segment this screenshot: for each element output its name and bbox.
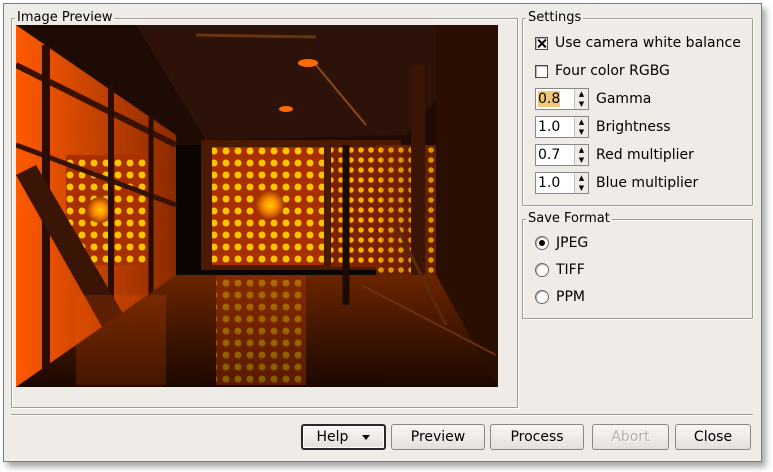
preview-button[interactable]: Preview (391, 424, 485, 450)
save-format-title: Save Format (528, 211, 610, 226)
chevron-down-icon[interactable]: ▼ (575, 155, 588, 165)
tiff-radio[interactable] (535, 263, 549, 277)
jpeg-label: JPEG (556, 235, 589, 251)
gamma-spinbutton[interactable]: 0.8 ▲ ▼ (535, 88, 589, 110)
red-multiplier-label: Red multiplier (596, 147, 694, 163)
dropdown-arrow-icon (362, 434, 371, 440)
jpeg-radio[interactable] (535, 236, 549, 250)
abort-button-label: Abort (611, 429, 650, 445)
brightness-label: Brightness (596, 119, 671, 135)
red-multiplier-row: 0.7 ▲ ▼ Red multiplier (535, 144, 694, 166)
brightness-row: 1.0 ▲ ▼ Brightness (535, 116, 671, 138)
four-color-rgbg-label: Four color RGBG (555, 63, 670, 79)
gamma-row: 0.8 ▲ ▼ Gamma (535, 88, 651, 110)
process-button[interactable]: Process (490, 424, 584, 450)
format-option-jpeg[interactable]: JPEG (535, 232, 588, 254)
red-multiplier-input[interactable]: 0.7 (536, 145, 574, 165)
brightness-input[interactable]: 1.0 (536, 117, 574, 137)
raw-processor-window: Image Preview Settings Use camera white … (3, 3, 762, 462)
brightness-spinbutton[interactable]: 1.0 ▲ ▼ (535, 116, 589, 138)
blue-multiplier-row: 1.0 ▲ ▼ Blue multiplier (535, 172, 698, 194)
camera-white-balance-label: Use camera white balance (555, 35, 741, 51)
image-preview-title: Image Preview (17, 10, 113, 25)
chevron-up-icon[interactable]: ▲ (575, 145, 588, 155)
gamma-label: Gamma (596, 91, 652, 107)
help-button-label: Help (316, 429, 349, 445)
close-button-label: Close (693, 429, 733, 445)
ppm-label: PPM (556, 289, 585, 305)
preview-image (16, 25, 498, 387)
ppm-radio[interactable] (535, 290, 549, 304)
abort-button[interactable]: Abort (592, 424, 669, 450)
help-button[interactable]: Help (301, 424, 386, 450)
gamma-input[interactable]: 0.8 (536, 89, 574, 109)
close-button[interactable]: Close (675, 424, 751, 450)
settings-title: Settings (528, 10, 582, 25)
camera-white-balance-checkbox[interactable] (535, 36, 548, 50)
format-option-tiff[interactable]: TIFF (535, 259, 585, 281)
chevron-down-icon[interactable]: ▼ (575, 183, 588, 193)
chevron-down-icon[interactable]: ▼ (575, 127, 588, 137)
format-option-ppm[interactable]: PPM (535, 286, 585, 308)
chevron-up-icon[interactable]: ▲ (575, 89, 588, 99)
preview-button-label: Preview (410, 429, 466, 445)
blue-multiplier-input[interactable]: 1.0 (536, 173, 574, 193)
blue-multiplier-label: Blue multiplier (596, 175, 699, 191)
camera-white-balance-row[interactable]: Use camera white balance (535, 32, 741, 54)
separator (11, 414, 753, 416)
blue-multiplier-spinbutton[interactable]: 1.0 ▲ ▼ (535, 172, 589, 194)
chevron-up-icon[interactable]: ▲ (575, 173, 588, 183)
four-color-rgbg-row[interactable]: Four color RGBG (535, 60, 670, 82)
chevron-up-icon[interactable]: ▲ (575, 117, 588, 127)
four-color-rgbg-checkbox[interactable] (535, 64, 548, 78)
red-multiplier-spinbutton[interactable]: 0.7 ▲ ▼ (535, 144, 589, 166)
tiff-label: TIFF (556, 262, 585, 278)
chevron-down-icon[interactable]: ▼ (575, 99, 588, 109)
process-button-label: Process (510, 429, 564, 445)
